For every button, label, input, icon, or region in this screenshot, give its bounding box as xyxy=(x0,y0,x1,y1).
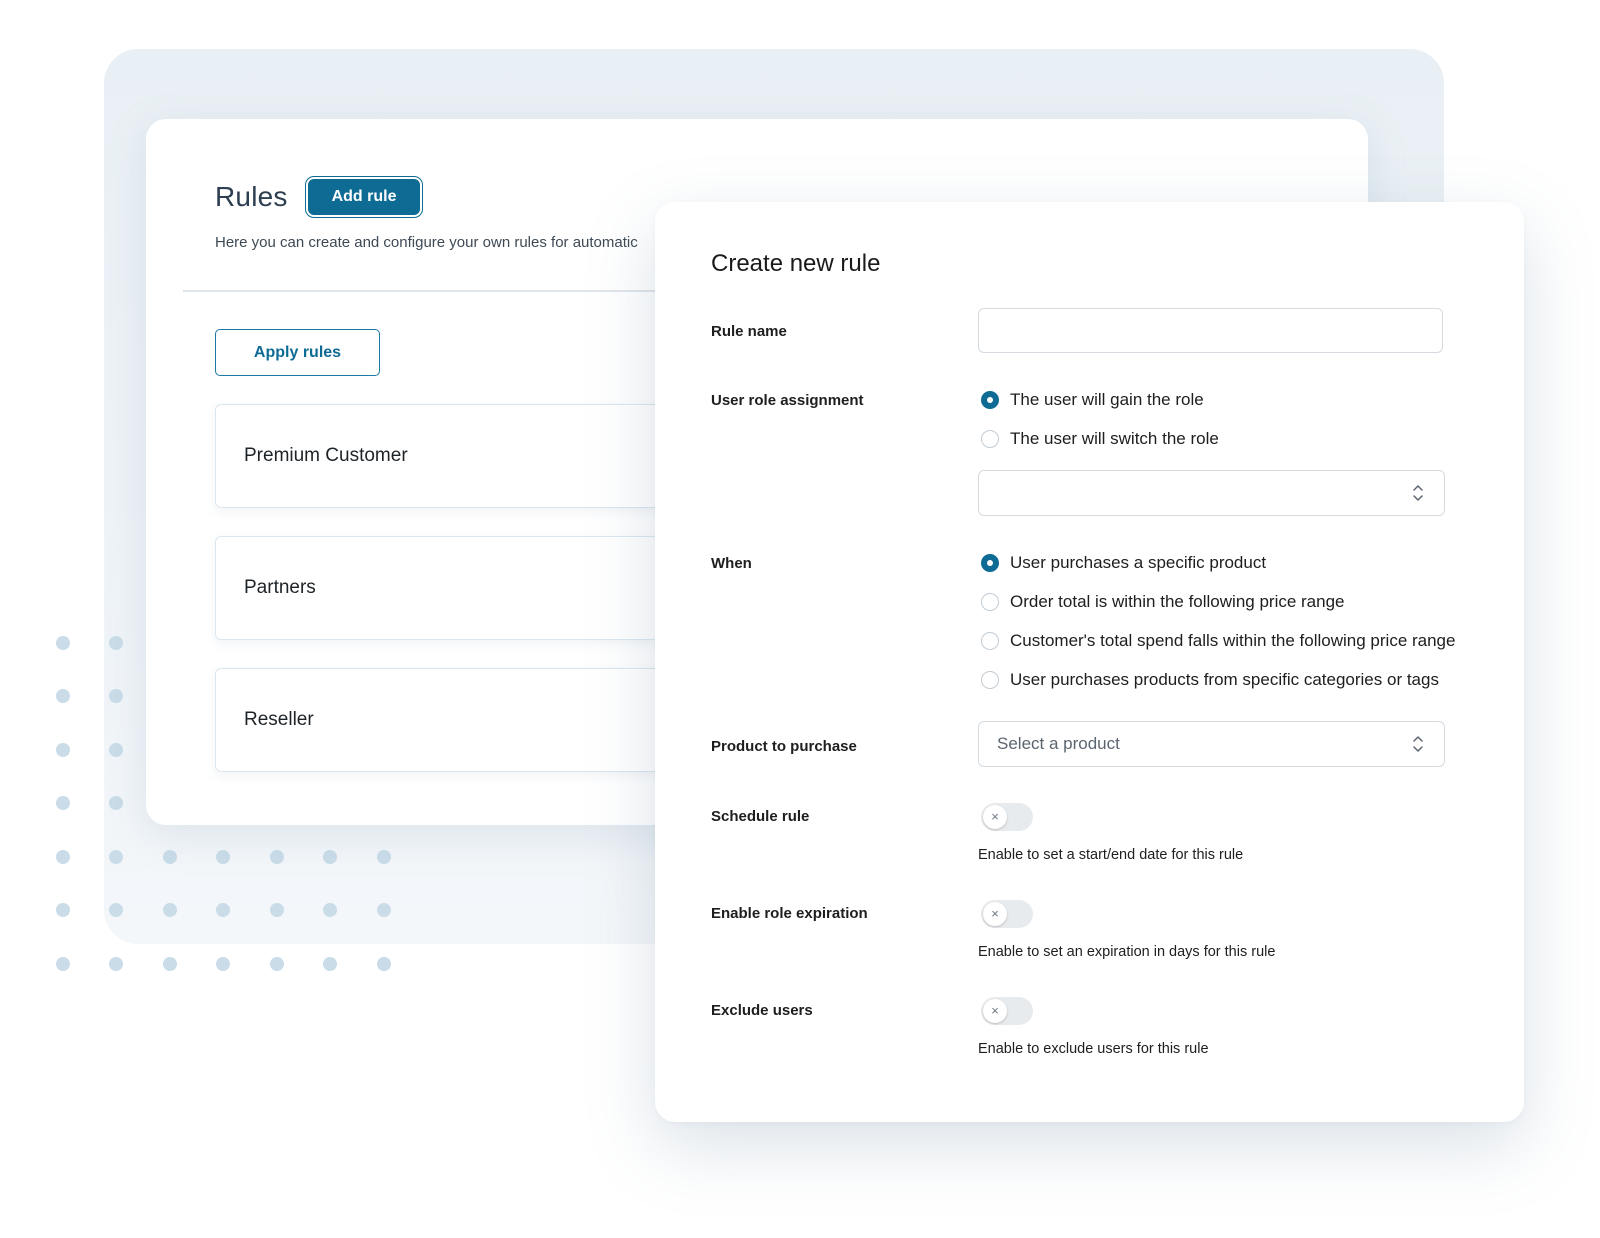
radio-gain-role[interactable]: The user will gain the role xyxy=(981,388,1204,412)
exclude-users-toggle[interactable]: × xyxy=(981,997,1033,1025)
decorative-dot xyxy=(323,957,337,971)
radio-specific-product[interactable]: User purchases a specific product xyxy=(981,551,1266,575)
modal-title: Create new rule xyxy=(711,250,881,277)
decorative-dot xyxy=(56,689,70,703)
add-rule-button[interactable]: Add rule xyxy=(307,179,421,215)
chevron-up-down-icon xyxy=(1413,485,1423,501)
radio-switch-role[interactable]: The user will switch the role xyxy=(981,427,1219,451)
create-rule-modal: Create new rule Rule name User role assi… xyxy=(655,202,1524,1122)
close-icon: × xyxy=(983,902,1007,926)
decorative-dot xyxy=(216,957,230,971)
radio-label: User purchases products from specific ca… xyxy=(1010,670,1439,689)
schedule-rule-help: Enable to set a start/end date for this … xyxy=(978,847,1244,863)
decorative-dot xyxy=(56,850,70,864)
page-title: Rules xyxy=(215,181,288,212)
rules-header: Rules Add rule xyxy=(215,179,421,215)
role-select[interactable] xyxy=(978,470,1445,516)
radio-label: User purchases a specific product xyxy=(1010,553,1267,572)
decorative-dot xyxy=(56,796,70,810)
rule-item-label: Reseller xyxy=(244,709,314,730)
schedule-rule-toggle[interactable]: × xyxy=(981,803,1033,831)
product-to-purchase-label: Product to purchase xyxy=(711,738,857,755)
rule-name-input[interactable] xyxy=(978,308,1443,353)
radio-order-total[interactable]: Order total is within the following pric… xyxy=(981,590,1345,614)
exclude-users-label: Exclude users xyxy=(711,1002,813,1019)
decorative-dot xyxy=(270,957,284,971)
radio-button[interactable] xyxy=(981,671,999,689)
rule-item-label: Partners xyxy=(244,577,316,598)
chevron-up-down-icon xyxy=(1413,736,1423,752)
radio-button[interactable] xyxy=(981,391,999,409)
rule-name-label: Rule name xyxy=(711,323,787,340)
user-role-assignment-label: User role assignment xyxy=(711,392,864,409)
role-expiration-help: Enable to set an expiration in days for … xyxy=(978,944,1276,960)
role-expiration-toggle[interactable]: × xyxy=(981,900,1033,928)
role-expiration-label: Enable role expiration xyxy=(711,905,868,922)
radio-label: The user will switch the role xyxy=(1010,429,1219,448)
decorative-dot xyxy=(56,957,70,971)
decorative-dot xyxy=(56,903,70,917)
decorative-dot xyxy=(56,743,70,757)
decorative-dot xyxy=(377,957,391,971)
rule-item-label: Premium Customer xyxy=(244,445,408,466)
decorative-dot xyxy=(56,636,70,650)
radio-label: Customer's total spend falls within the … xyxy=(1010,631,1456,650)
radio-button[interactable] xyxy=(981,554,999,572)
close-icon: × xyxy=(983,999,1007,1023)
apply-rules-button[interactable]: Apply rules xyxy=(215,329,380,376)
radio-label: The user will gain the role xyxy=(1010,390,1204,409)
radio-button[interactable] xyxy=(981,632,999,650)
schedule-rule-label: Schedule rule xyxy=(711,808,810,825)
product-select[interactable]: Select a product xyxy=(978,721,1445,767)
rules-description: Here you can create and configure your o… xyxy=(215,234,638,251)
radio-total-spend[interactable]: Customer's total spend falls within the … xyxy=(981,629,1455,653)
product-select-placeholder: Select a product xyxy=(997,734,1120,753)
radio-button[interactable] xyxy=(981,593,999,611)
close-icon: × xyxy=(983,805,1007,829)
decorative-dot xyxy=(163,957,177,971)
radio-label: Order total is within the following pric… xyxy=(1010,592,1345,611)
radio-button[interactable] xyxy=(981,430,999,448)
exclude-users-help: Enable to exclude users for this rule xyxy=(978,1041,1209,1057)
when-label: When xyxy=(711,555,752,572)
radio-categories-tags[interactable]: User purchases products from specific ca… xyxy=(981,668,1439,692)
decorative-dot xyxy=(109,957,123,971)
